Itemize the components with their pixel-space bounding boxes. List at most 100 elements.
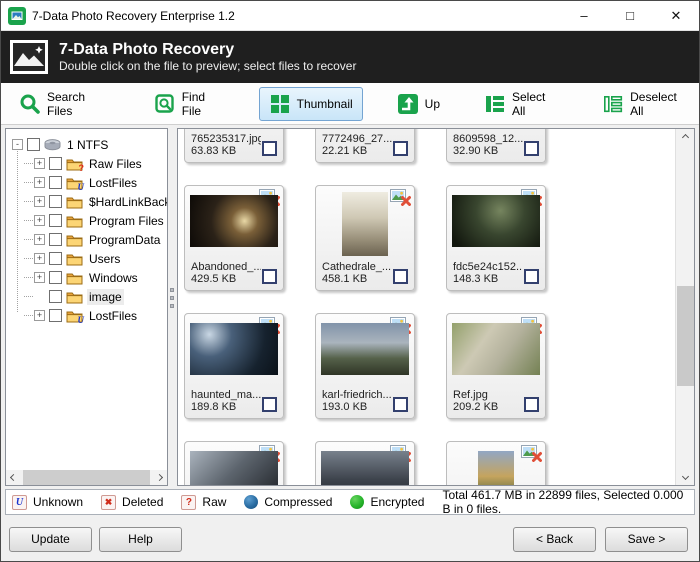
tree-item-label[interactable]: 1 NTFS <box>65 137 110 153</box>
tree-item[interactable]: + Program Files <box>12 211 167 230</box>
tree-checkbox[interactable] <box>49 290 62 303</box>
tree-expander[interactable]: + <box>34 253 45 264</box>
tree-item[interactable]: + U LostFiles <box>12 173 167 192</box>
grid-vertical-scrollbar[interactable] <box>675 129 694 485</box>
tree-root-item[interactable]: - 1 NTFS <box>12 135 167 154</box>
tree-checkbox[interactable] <box>49 233 62 246</box>
tree-item-label[interactable]: Windows <box>87 270 140 286</box>
deselect-all-icon <box>602 93 624 115</box>
folder-mark: U <box>77 314 85 325</box>
tree-checkbox[interactable] <box>27 138 40 151</box>
toolbar-button-label: Thumbnail <box>296 96 353 111</box>
tree-expander[interactable]: + <box>34 177 45 188</box>
scroll-left-icon[interactable] <box>6 470 21 485</box>
thumbnail-tile[interactable] <box>315 441 415 485</box>
thumbnail-image <box>478 451 514 485</box>
scrollbar-thumb[interactable] <box>677 286 694 386</box>
tree-item-label[interactable]: LostFiles <box>87 308 139 324</box>
tree-expander[interactable]: + <box>34 272 45 283</box>
file-checkbox[interactable] <box>393 141 408 156</box>
minimize-button[interactable]: – <box>561 1 607 30</box>
tree-horizontal-scrollbar[interactable] <box>6 470 167 485</box>
thumbnail-tile[interactable]: 765235317.jpg 63.83 KB <box>184 129 284 163</box>
toolbar-button[interactable]: Deselect All <box>592 84 699 124</box>
tile-label: Cathedrale_... 458.1 KB <box>322 261 392 285</box>
tree-item-label[interactable]: LostFiles <box>87 175 139 191</box>
scroll-right-icon[interactable] <box>152 470 167 485</box>
tree-item-label[interactable]: Raw Files <box>87 156 144 172</box>
toolbar-button[interactable]: Find File <box>144 84 235 124</box>
scroll-down-icon[interactable] <box>676 468 694 485</box>
file-checkbox[interactable] <box>393 269 408 284</box>
file-size: 148.3 KB <box>453 273 499 285</box>
tree-expander[interactable]: + <box>34 196 45 207</box>
thumbnail-tile[interactable]: karl-friedrich... 193.0 KB <box>315 313 415 419</box>
tree-item[interactable]: + ? Raw Files <box>12 154 167 173</box>
tree-expander[interactable]: + <box>34 310 45 321</box>
back-button[interactable]: < Back <box>513 527 596 552</box>
thumbnail-tile[interactable]: Ref.jpg 209.2 KB <box>446 313 546 419</box>
help-button[interactable]: Help <box>99 527 182 552</box>
tree-item[interactable]: + ProgramData <box>12 230 167 249</box>
file-checkbox[interactable] <box>524 269 539 284</box>
file-checkbox[interactable] <box>262 269 277 284</box>
file-checkbox[interactable] <box>393 397 408 412</box>
tree-item-label[interactable]: $HardLinkBacku <box>87 194 167 210</box>
thumbnail-image <box>321 323 409 375</box>
footer: Update Help < Back Save > <box>1 518 699 561</box>
tree-checkbox[interactable] <box>49 195 62 208</box>
tree-expander[interactable]: - <box>12 139 23 150</box>
tree-connector <box>24 163 33 164</box>
update-button[interactable]: Update <box>9 527 92 552</box>
tile-label: karl-friedrich... 193.0 KB <box>322 389 392 413</box>
toolbar-button[interactable]: Search Files <box>9 84 120 124</box>
tree-expander[interactable]: + <box>34 215 45 226</box>
tree-checkbox[interactable] <box>49 214 62 227</box>
file-checkbox[interactable] <box>262 397 277 412</box>
tree-checkbox[interactable] <box>49 309 62 322</box>
tree-expander[interactable]: + <box>34 158 45 169</box>
toolbar: Search Files Find File Thumbnail Up Sele… <box>1 83 699 125</box>
tree-checkbox[interactable] <box>49 157 62 170</box>
thumbnail-tile[interactable] <box>184 441 284 485</box>
tree-item[interactable]: image <box>12 287 167 306</box>
find-file-icon <box>154 93 176 115</box>
tree-checkbox[interactable] <box>49 176 62 189</box>
thumbnail-tile[interactable]: Abandoned_... 429.5 KB <box>184 185 284 291</box>
tree-item[interactable]: + $HardLinkBacku <box>12 192 167 211</box>
tree-checkbox[interactable] <box>49 252 62 265</box>
toolbar-button[interactable]: Up <box>387 87 450 121</box>
file-size: 189.8 KB <box>191 401 237 413</box>
save-button[interactable]: Save > <box>605 527 688 552</box>
thumbnail-tile[interactable] <box>446 441 546 485</box>
file-checkbox[interactable] <box>524 141 539 156</box>
thumbnail-tile[interactable]: 8609598_12... 32.90 KB <box>446 129 546 163</box>
deleted-icon: ✖ <box>101 494 117 510</box>
toolbar-button[interactable]: Select All <box>474 84 568 124</box>
maximize-button[interactable]: □ <box>607 1 653 30</box>
tree-expander[interactable]: + <box>34 234 45 245</box>
thumbnail-tile[interactable]: fdc5e24c152... 148.3 KB <box>446 185 546 291</box>
folder-icon: U <box>66 309 85 325</box>
tree-item-label[interactable]: image <box>87 288 124 305</box>
tree-item-label[interactable]: Users <box>87 251 122 267</box>
thumbnail-tile[interactable]: Cathedrale_... 458.1 KB <box>315 185 415 291</box>
thumbnail-tile[interactable]: 7772496_27... 22.21 KB <box>315 129 415 163</box>
legend-item: ? Raw <box>181 494 226 510</box>
tree-item[interactable]: + U LostFiles <box>12 306 167 325</box>
tree-item-label[interactable]: ProgramData <box>87 232 162 248</box>
scrollbar-thumb[interactable] <box>23 470 150 485</box>
scroll-up-icon[interactable] <box>676 129 694 146</box>
tree-item[interactable]: + Windows <box>12 268 167 287</box>
thumbnail-image <box>190 195 278 247</box>
close-button[interactable]: ✕ <box>653 1 699 30</box>
file-checkbox[interactable] <box>262 141 277 156</box>
toolbar-button[interactable]: Thumbnail <box>258 86 363 121</box>
tree-checkbox[interactable] <box>49 271 62 284</box>
tree-connector <box>24 239 33 240</box>
tree-item[interactable]: + Users <box>12 249 167 268</box>
tree-item-label[interactable]: Program Files <box>87 213 166 229</box>
panel-splitter[interactable] <box>168 126 177 488</box>
file-checkbox[interactable] <box>524 397 539 412</box>
thumbnail-tile[interactable]: haunted_ma... 189.8 KB <box>184 313 284 419</box>
